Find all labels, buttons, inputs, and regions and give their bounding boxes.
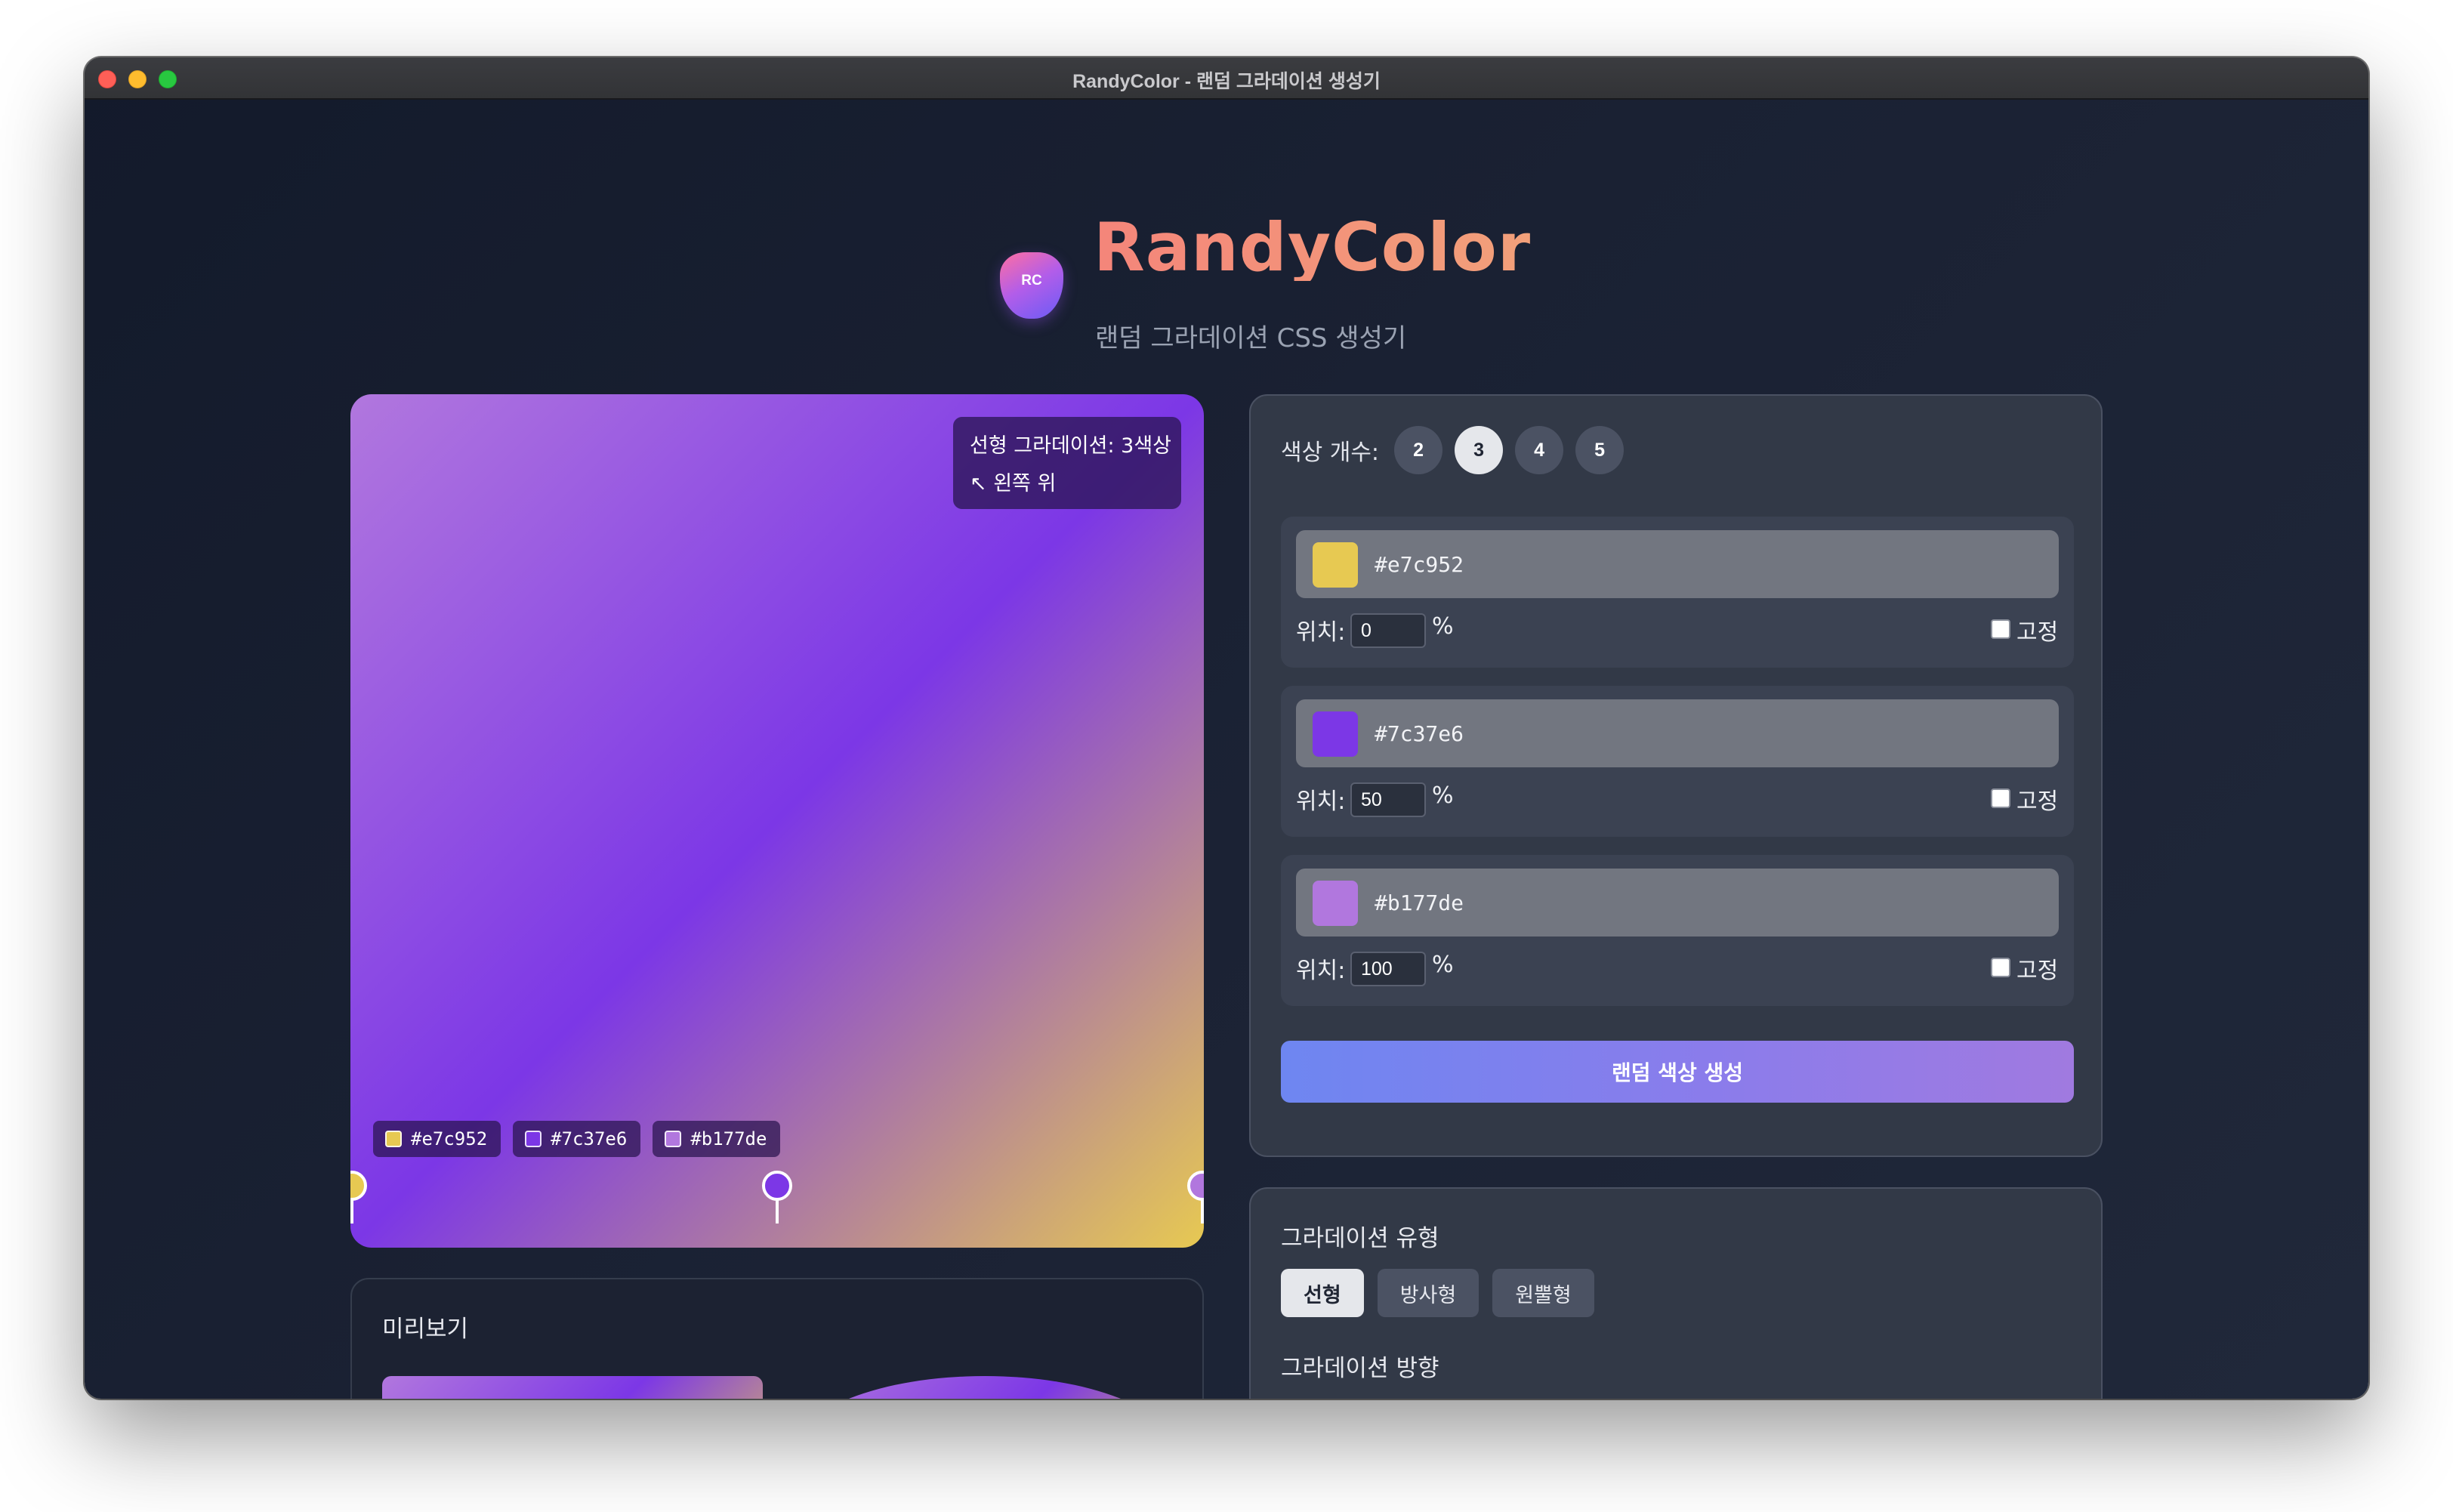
app-name: RandyColor bbox=[1094, 208, 1532, 286]
position-input[interactable]: 0 bbox=[1350, 613, 1426, 648]
type-conic-button[interactable]: 원뿔형 bbox=[1492, 1269, 1594, 1317]
app-content: RC RandyColor 랜덤 그라데이션 CSS 생성기 선형 그라데이션:… bbox=[85, 101, 2368, 1399]
color-chip[interactable]: #b177de bbox=[653, 1121, 781, 1157]
lock-label: 고정 bbox=[2016, 619, 2059, 646]
type-radial-button[interactable]: 방사형 bbox=[1377, 1269, 1480, 1317]
color-chip-swatch bbox=[385, 1131, 402, 1147]
gradient-info-tooltip: 선형 그라데이션: 3색상 ↖ 왼쪽 위 bbox=[953, 417, 1181, 509]
lock-checkbox[interactable] bbox=[1991, 958, 2010, 977]
color-chip[interactable]: #7c37e6 bbox=[513, 1121, 641, 1157]
gradient-type-options: 선형 방사형 원뿔형 bbox=[1281, 1269, 1594, 1317]
color-picker-swatch[interactable] bbox=[1313, 711, 1358, 757]
title-bar: RandyColor - 랜덤 그라데이션 생성기 bbox=[85, 57, 2368, 100]
stop-marker-knob[interactable] bbox=[762, 1171, 792, 1201]
mini-preview-card: 미리보기 bbox=[350, 1278, 1204, 1399]
mini-preview-rectangle bbox=[382, 1376, 763, 1399]
logo-icon: RC bbox=[1000, 252, 1063, 319]
color-hex-value: #7c37e6 bbox=[1375, 721, 1464, 746]
percent-unit: % bbox=[1432, 952, 1454, 978]
logo-text: RC bbox=[1021, 273, 1042, 289]
color-chip-hex: #e7c952 bbox=[411, 1128, 488, 1149]
color-hex-field[interactable]: #7c37e6 bbox=[1296, 699, 2059, 767]
color-chip-swatch bbox=[525, 1131, 542, 1147]
color-hex-value: #e7c952 bbox=[1375, 552, 1464, 577]
random-color-button[interactable]: 랜덤 색상 생성 bbox=[1281, 1041, 2074, 1103]
color-count-selector: 색상 개수: 2 3 4 5 bbox=[1281, 426, 1636, 474]
color-stop-3: #b177de 위치: 100 % 고정 bbox=[1281, 855, 2074, 1006]
position-input[interactable]: 50 bbox=[1350, 782, 1426, 817]
app-window: RandyColor - 랜덤 그라데이션 생성기 RC RandyColor … bbox=[85, 57, 2368, 1399]
stop-marker-knob[interactable] bbox=[350, 1171, 367, 1201]
gradient-info-direction: ↖ 왼쪽 위 bbox=[970, 472, 1057, 495]
stop-marker-knob[interactable] bbox=[1187, 1171, 1204, 1201]
lock-checkbox[interactable] bbox=[1991, 788, 2010, 808]
color-hex-field[interactable]: #b177de bbox=[1296, 869, 2059, 937]
stop-marker-line bbox=[776, 1198, 779, 1223]
position-label: 위치: bbox=[1296, 958, 1346, 984]
gradient-settings-panel: 그라데이션 유형 선형 방사형 원뿔형 그라데이션 방향 bbox=[1249, 1187, 2103, 1399]
color-hex-value: #b177de bbox=[1375, 890, 1464, 915]
color-hex-field[interactable]: #e7c952 bbox=[1296, 530, 2059, 598]
stop-marker-line bbox=[350, 1198, 353, 1223]
stop-marker-handle[interactable] bbox=[762, 1171, 792, 1223]
color-chip-hex: #7c37e6 bbox=[551, 1128, 628, 1149]
mini-preview-ellipse bbox=[795, 1376, 1175, 1399]
percent-unit: % bbox=[1432, 782, 1454, 809]
color-chip-list: #e7c952 #7c37e6 #b177de bbox=[373, 1121, 781, 1157]
stop-marker-handle[interactable] bbox=[1187, 1171, 1204, 1223]
stop-marker-line bbox=[1201, 1198, 1204, 1223]
gradient-type-title: 그라데이션 유형 bbox=[1281, 1225, 1439, 1252]
gradient-info-type: 선형 그라데이션: 3색상 bbox=[970, 434, 1171, 458]
lock-label: 고정 bbox=[2016, 958, 2059, 984]
color-stop-2: #7c37e6 위치: 50 % 고정 bbox=[1281, 686, 2074, 837]
gradient-preview[interactable]: 선형 그라데이션: 3색상 ↖ 왼쪽 위 #e7c952 #7c37e6 #b1… bbox=[350, 394, 1204, 1248]
position-label: 위치: bbox=[1296, 788, 1346, 815]
percent-unit: % bbox=[1432, 613, 1454, 640]
window-title: RandyColor - 랜덤 그라데이션 생성기 bbox=[1072, 71, 1381, 92]
color-chip-hex: #b177de bbox=[690, 1128, 767, 1149]
gradient-direction-title: 그라데이션 방향 bbox=[1281, 1355, 1439, 1382]
color-count-label: 색상 개수: bbox=[1281, 440, 1380, 466]
color-count-4-button[interactable]: 4 bbox=[1515, 426, 1564, 474]
color-picker-swatch[interactable] bbox=[1313, 542, 1358, 588]
mini-preview-title: 미리보기 bbox=[382, 1316, 469, 1343]
color-count-3-button[interactable]: 3 bbox=[1455, 426, 1504, 474]
color-stop-1: #e7c952 위치: 0 % 고정 bbox=[1281, 517, 2074, 668]
type-linear-button[interactable]: 선형 bbox=[1281, 1269, 1364, 1317]
color-chip[interactable]: #e7c952 bbox=[373, 1121, 501, 1157]
color-count-2-button[interactable]: 2 bbox=[1394, 426, 1443, 474]
position-input[interactable]: 100 bbox=[1350, 952, 1426, 986]
color-picker-swatch[interactable] bbox=[1313, 881, 1358, 926]
color-control-panel: 색상 개수: 2 3 4 5 #e7c952 위치: 0 % 고정 #7c37e… bbox=[1249, 394, 2103, 1157]
app-subtitle: 랜덤 그라데이션 CSS 생성기 bbox=[1095, 323, 1407, 353]
lock-label: 고정 bbox=[2016, 788, 2059, 815]
color-count-5-button[interactable]: 5 bbox=[1575, 426, 1625, 474]
lock-checkbox[interactable] bbox=[1991, 619, 2010, 639]
stop-marker-handle[interactable] bbox=[350, 1171, 367, 1223]
position-label: 위치: bbox=[1296, 619, 1346, 646]
color-chip-swatch bbox=[665, 1131, 682, 1147]
